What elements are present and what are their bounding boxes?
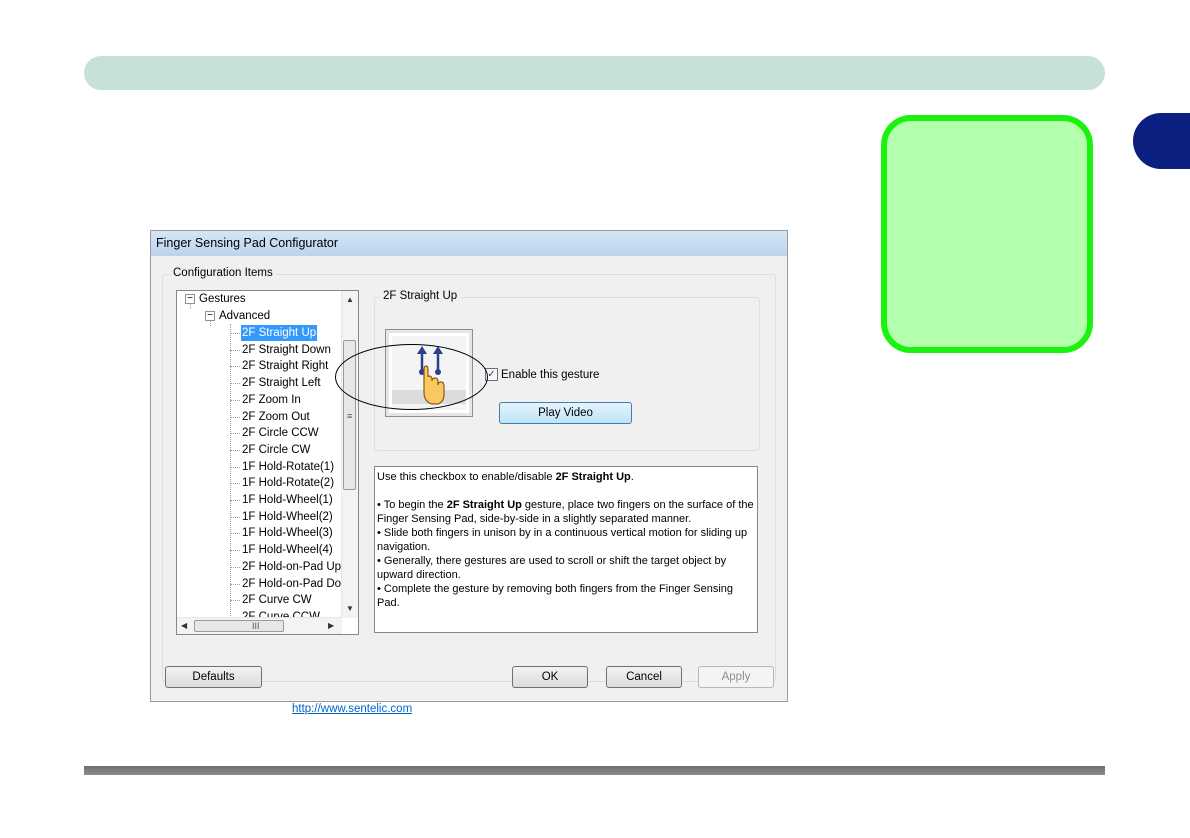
scroll-grip-icon: ≡ xyxy=(347,411,353,421)
scroll-up-arrow-icon[interactable]: ▲ xyxy=(346,295,354,304)
tree-item[interactable]: 2F Hold-on-Pad Dov xyxy=(241,576,348,592)
tree-line xyxy=(230,449,240,451)
tree-item[interactable]: 1F Hold-Wheel(2) xyxy=(241,509,334,525)
desc-text: • To begin the xyxy=(377,499,447,511)
tree-line xyxy=(230,500,240,501)
defaults-button[interactable]: Defaults xyxy=(165,666,262,688)
configuration-items-label: Configuration Items xyxy=(170,267,276,279)
tree-line xyxy=(230,516,240,518)
highlight-oval xyxy=(335,344,488,410)
tree-item[interactable]: 2F Straight Left xyxy=(241,375,322,391)
desc-bold: 2F Straight Up xyxy=(446,499,522,511)
tree-node-label: Gestures xyxy=(199,293,246,305)
tree-item[interactable]: 2F Hold-on-Pad Up xyxy=(241,559,342,575)
play-video-button[interactable]: Play Video xyxy=(499,402,632,424)
description-bullet-3: • Generally, there gestures are used to … xyxy=(377,555,727,581)
tree-item[interactable]: 1F Hold-Wheel(1) xyxy=(241,492,334,508)
footer-rule xyxy=(84,766,1105,775)
tree-line xyxy=(230,566,240,568)
dialog-body: Configuration Items − Gestures − Advanced … xyxy=(151,256,787,715)
tree-collapse-icon[interactable]: − xyxy=(185,293,195,304)
desc-text: Use this checkbox to enable/disable xyxy=(377,471,556,483)
tree-line xyxy=(230,399,240,401)
tree-vertical-scrollbar[interactable]: ▲ ≡ ▼ xyxy=(341,291,358,618)
cancel-button[interactable]: Cancel xyxy=(606,666,682,688)
apply-button[interactable]: Apply xyxy=(698,666,774,688)
note-box xyxy=(881,115,1093,353)
tree-line xyxy=(230,416,240,418)
gesture-tree[interactable]: − Gestures − Advanced 2F Straight Up 2F Str… xyxy=(176,290,359,635)
tree-line xyxy=(230,433,240,435)
tree-item[interactable]: 1F Hold-Wheel(3) xyxy=(241,525,334,541)
gesture-description: Use this checkbox to enable/disable 2F S… xyxy=(374,466,758,633)
tree-item[interactable]: 2F Straight Down xyxy=(241,342,332,358)
website-link[interactable]: http://www.sentelic.com xyxy=(292,703,412,715)
tree-item[interactable]: 2F Zoom Out xyxy=(241,409,311,425)
tree-item[interactable]: 1F Hold-Rotate(2) xyxy=(241,475,335,491)
tree-node-advanced[interactable]: − Advanced xyxy=(205,308,270,324)
tree-item[interactable]: 2F Circle CW xyxy=(241,442,311,458)
tree-item[interactable]: 2F Straight Right xyxy=(241,358,329,374)
tree-line xyxy=(230,550,240,552)
tree-horizontal-scrollbar[interactable]: ◀ III ▶ xyxy=(177,617,342,634)
horizontal-scroll-thumb[interactable]: III xyxy=(194,620,284,632)
tree-line xyxy=(230,324,231,624)
configuration-items-group: Configuration Items − Gestures − Advanced … xyxy=(162,267,776,682)
tree-item[interactable]: 2F Circle CCW xyxy=(241,425,320,441)
tree-item[interactable]: 2F Curve CW xyxy=(241,592,313,608)
ok-button[interactable]: OK xyxy=(512,666,588,688)
chapter-tab xyxy=(1133,113,1190,169)
scroll-down-arrow-icon[interactable]: ▼ xyxy=(346,604,354,613)
tree-item[interactable]: 2F Zoom In xyxy=(241,392,302,408)
tree-node-label: Advanced xyxy=(219,310,271,322)
desc-text: . xyxy=(630,471,634,483)
description-bullet-1: • To begin the 2F Straight Up gesture, p… xyxy=(377,498,755,526)
scroll-grip-icon: III xyxy=(252,621,260,631)
tree-line xyxy=(230,349,240,351)
tree-line xyxy=(230,600,240,602)
scroll-left-arrow-icon[interactable]: ◀ xyxy=(181,621,187,630)
desc-bold: 2F Straight Up xyxy=(555,471,631,483)
gesture-group-label: 2F Straight Up xyxy=(380,290,461,302)
tree-line xyxy=(230,366,240,368)
tree-item[interactable]: 2F Straight Up xyxy=(241,325,318,341)
tree-collapse-icon[interactable]: − xyxy=(205,310,215,321)
scroll-right-arrow-icon[interactable]: ▶ xyxy=(328,621,334,630)
tree-line xyxy=(230,533,240,535)
tree-line xyxy=(230,333,240,334)
tree-line xyxy=(230,383,240,385)
enable-gesture-label: Enable this gesture xyxy=(501,369,600,381)
enable-gesture-row[interactable]: ✓ Enable this gesture xyxy=(485,368,599,382)
tree-item[interactable]: 1F Hold-Wheel(4) xyxy=(241,542,334,558)
tree-node-gestures[interactable]: − Gestures xyxy=(185,291,246,307)
header-bar xyxy=(84,56,1105,90)
description-bullet-4: • Complete the gesture by removing both … xyxy=(377,583,734,609)
description-intro: Use this checkbox to enable/disable 2F S… xyxy=(377,470,755,484)
tree-line xyxy=(230,583,240,585)
tree-item[interactable]: 1F Hold-Rotate(1) xyxy=(241,459,335,475)
tree-line xyxy=(230,483,240,485)
window-title: Finger Sensing Pad Configurator xyxy=(151,231,787,257)
configurator-dialog: Finger Sensing Pad Configurator Configur… xyxy=(150,230,788,715)
tree-line xyxy=(230,466,240,468)
description-bullet-2: • Slide both fingers in unison by in a c… xyxy=(377,527,748,553)
